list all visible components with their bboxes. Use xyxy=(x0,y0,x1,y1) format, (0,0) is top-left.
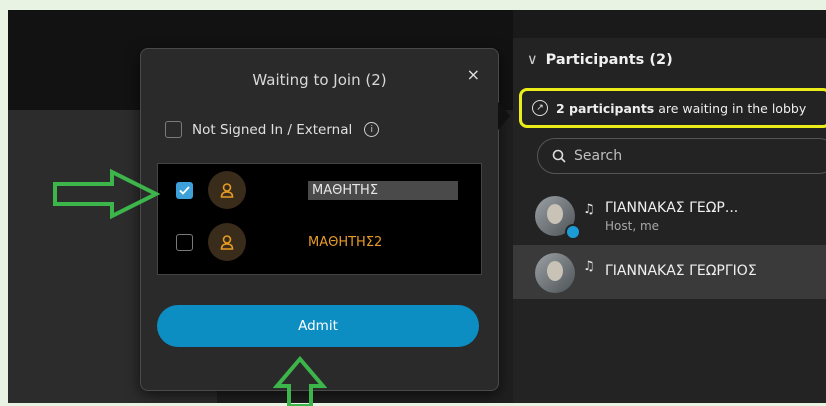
lobby-notice[interactable]: ↗ 2 participants are waiting in the lobb… xyxy=(519,88,826,128)
presenter-badge xyxy=(565,224,581,240)
search-placeholder: Search xyxy=(574,148,623,164)
filter-label: Not Signed In / External xyxy=(192,121,353,138)
participant-name: ΜΑΘΗΤΗΣ xyxy=(308,180,459,200)
row-checkbox[interactable] xyxy=(176,181,193,199)
waiting-list: ΜΑΘΗΤΗΣ ΜΑΘΗΤΗΣ2 xyxy=(157,163,482,275)
participants-header[interactable]: ∨ Participants (2) xyxy=(527,52,673,68)
participant-role: Host, me xyxy=(605,219,660,233)
participant-name: ΓΙΑΝΝΑΚΑΣ ΓΕΩΡ... xyxy=(605,200,739,216)
panel-pointer xyxy=(498,102,510,130)
guest-avatar xyxy=(208,171,246,209)
guest-icon xyxy=(220,235,234,250)
annotation-arrow-right-icon xyxy=(53,168,160,220)
admit-button[interactable]: Admit xyxy=(157,305,479,347)
guest-icon xyxy=(220,183,234,198)
participants-title: Participants (2) xyxy=(545,52,673,68)
list-item[interactable]: ΜΑΘΗΤΗΣ2 xyxy=(158,220,481,264)
guest-avatar xyxy=(208,223,246,261)
list-item[interactable]: ΜΑΘΗΤΗΣ xyxy=(158,168,481,212)
lobby-text: are waiting in the lobby xyxy=(654,100,807,116)
not-signed-in-filter[interactable]: Not Signed In / External i xyxy=(165,121,380,138)
filter-checkbox[interactable] xyxy=(165,121,182,138)
lobby-count: 2 participants xyxy=(556,100,655,116)
info-icon[interactable]: i xyxy=(364,122,380,137)
participant-name: ΜΑΘΗΤΗΣ2 xyxy=(308,234,383,250)
search-icon xyxy=(552,149,566,163)
lobby-icon: ↗ xyxy=(532,100,548,116)
row-checkbox[interactable] xyxy=(176,233,193,251)
chevron-down-icon: ∨ xyxy=(527,52,538,68)
waiting-to-join-dialog: Waiting to Join (2) × Not Signed In / Ex… xyxy=(140,48,499,391)
search-input[interactable]: Search xyxy=(537,138,826,174)
avatar xyxy=(535,253,575,293)
headset-icon: ♫ xyxy=(583,259,595,274)
participants-panel: ∨ Participants (2) ↗ 2 participants are … xyxy=(513,38,826,403)
close-icon[interactable]: × xyxy=(467,65,480,84)
participant-row[interactable]: ♫ ΓΙΑΝΝΑΚΑΣ ΓΕΩΡΓΙΟΣ xyxy=(513,245,826,299)
participant-name: ΓΙΑΝΝΑΚΑΣ ΓΕΩΡΓΙΟΣ xyxy=(605,263,757,279)
annotation-arrow-up-icon xyxy=(273,356,327,406)
check-icon xyxy=(179,185,190,195)
participant-row[interactable]: ♫ ΓΙΑΝΝΑΚΑΣ ΓΕΩΡ... Host, me xyxy=(513,188,826,242)
dialog-title: Waiting to Join (2) xyxy=(252,71,387,89)
headset-icon: ♫ xyxy=(583,202,595,217)
